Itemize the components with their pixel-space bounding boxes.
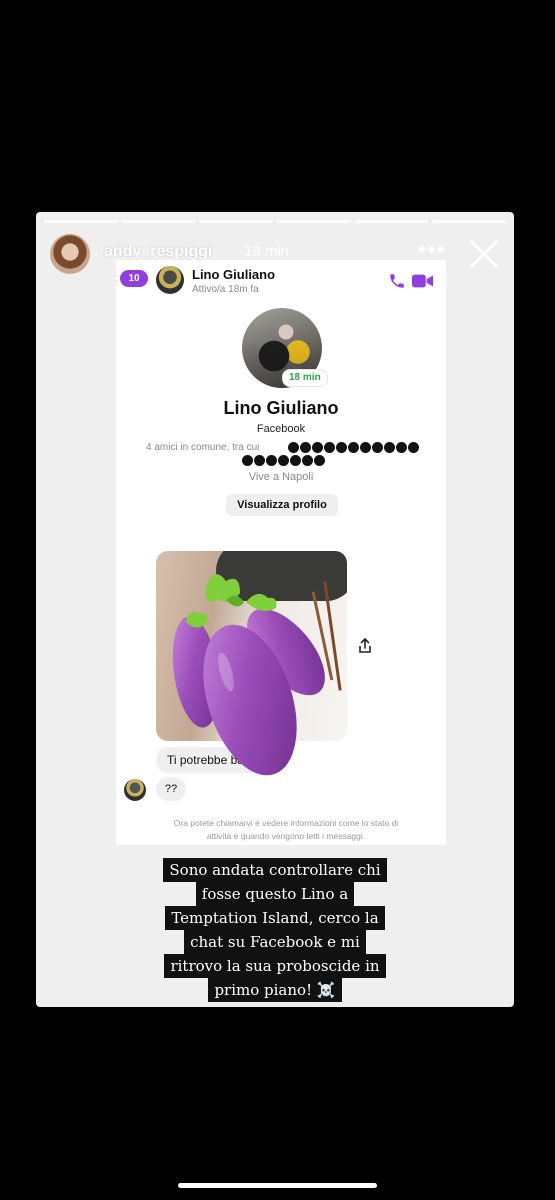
caption-line: fosse questo Lino a (195, 882, 355, 906)
progress-segment (277, 220, 351, 223)
progress-segment (199, 220, 274, 223)
message-bubble[interactable]: ?? (156, 777, 186, 801)
profile-platform: Facebook (256, 423, 306, 435)
redacted-names (242, 455, 325, 466)
caption-line: Sono andata controllare chi (163, 858, 387, 882)
caption-line: Temptation Island, cerco la (165, 906, 385, 930)
share-icon[interactable] (358, 638, 372, 654)
progress-segment (432, 220, 507, 223)
contact-name[interactable]: Lino Giuliano (192, 267, 275, 282)
chat-topbar: ‹ 10 Lino Giuliano Attivo/a 18m fa (116, 260, 446, 302)
redacted-names (288, 442, 419, 453)
profile-name: Lino Giuliano (223, 398, 339, 418)
info-note-line: attività e quando vengono letti i messag… (206, 831, 366, 841)
video-camera-icon[interactable] (412, 273, 434, 289)
mutual-friends: 4 amici in comune, tra cui (146, 442, 260, 453)
contact-status: Attivo/a 18m fa (192, 284, 259, 295)
phone-icon[interactable] (388, 272, 406, 290)
story-progress-bar (44, 220, 507, 223)
progress-segment (44, 220, 118, 223)
info-note-line: Ora potete chiamarvi e vedere informazio… (173, 818, 399, 828)
sender-avatar (124, 779, 146, 801)
contact-avatar[interactable] (156, 266, 184, 294)
story-username[interactable]: andy_respiggi (104, 243, 212, 261)
caption-line: chat su Facebook e mi (184, 930, 366, 954)
story-avatar[interactable] (50, 234, 90, 274)
story-time: 19 min (244, 243, 290, 260)
caption-line: ritrovo la sua proboscide in (164, 954, 386, 978)
active-time-badge: 18 min (282, 369, 328, 387)
home-indicator[interactable] (178, 1183, 377, 1188)
story-caption: Sono andata controllare chi fosse questo… (153, 858, 397, 1002)
eggplant-emoji (172, 574, 325, 776)
progress-segment (354, 220, 429, 223)
profile-location: Vive a Napoli (248, 471, 314, 483)
progress-segment (121, 220, 196, 223)
story-card: andy_respiggi 19 min ••• ‹ 10 Lino Giuli… (36, 212, 514, 1007)
caption-line: primo piano! ☠️ (208, 978, 342, 1002)
unread-count-badge[interactable]: 10 (120, 270, 148, 287)
view-profile-button[interactable]: Visualizza profilo (226, 494, 338, 516)
back-arrow-icon[interactable]: ‹ (116, 269, 117, 287)
messenger-screenshot: ‹ 10 Lino Giuliano Attivo/a 18m fa 18 mi… (116, 260, 446, 845)
chat-info-note: Ora potete chiamarvi e vedere informazio… (126, 817, 446, 843)
close-icon[interactable] (464, 234, 504, 274)
